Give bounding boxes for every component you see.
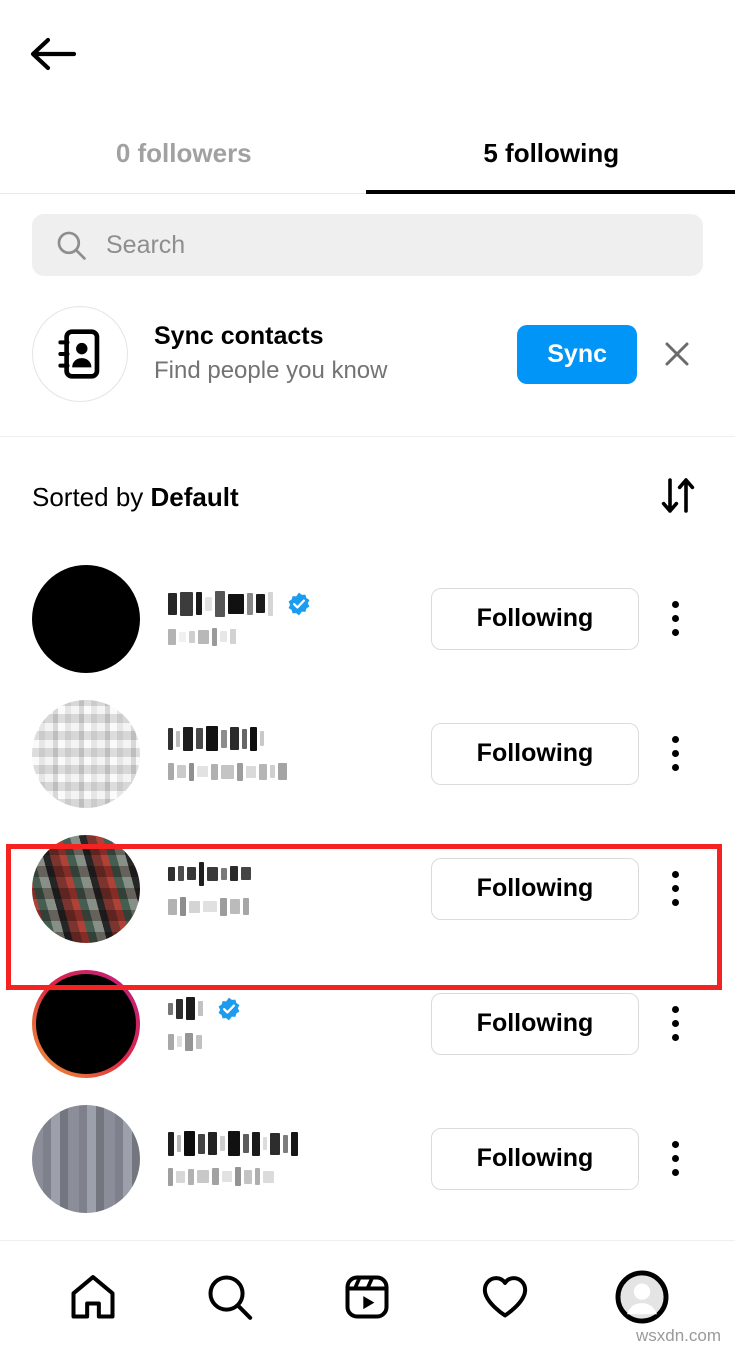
- avatar[interactable]: [32, 834, 140, 943]
- more-vertical-icon: [671, 1006, 679, 1013]
- username-censored: [168, 1131, 431, 1157]
- user-names: [168, 726, 431, 782]
- username-censored: [168, 590, 431, 617]
- verified-badge-icon: [288, 592, 310, 615]
- bottom-navigation-bar: [0, 1240, 735, 1352]
- more-vertical-icon: [671, 871, 679, 878]
- more-vertical-icon: [671, 736, 679, 743]
- table-row[interactable]: Following: [0, 821, 735, 956]
- tab-followers[interactable]: 0 followers: [0, 112, 368, 194]
- profile-avatar-icon: [615, 1270, 669, 1323]
- tab-followers-label: 0 followers: [115, 137, 252, 168]
- watermark: wsxdn.com: [635, 1326, 721, 1345]
- more-options-button[interactable]: [647, 723, 703, 785]
- nav-profile-button[interactable]: [603, 1258, 681, 1336]
- following-button[interactable]: Following: [431, 857, 639, 920]
- avatar[interactable]: [32, 699, 140, 808]
- tab-following-label: 5 following: [483, 137, 620, 168]
- avatar[interactable]: [32, 1104, 140, 1213]
- user-fullname-censored: [168, 762, 431, 782]
- more-options-button[interactable]: [647, 588, 703, 650]
- tab-bar: 0 followers 5 following: [0, 112, 735, 194]
- instagram-following-screen: 0 followers 5 following Search Sync cont…: [0, 0, 735, 1352]
- heart-icon: [482, 1275, 528, 1317]
- search-input[interactable]: Search: [32, 214, 703, 276]
- user-fullname-censored: [168, 897, 431, 917]
- nav-search-button[interactable]: [191, 1258, 269, 1336]
- table-row[interactable]: Following: [0, 551, 735, 686]
- table-row[interactable]: Following: [0, 1091, 735, 1226]
- top-bar: [0, 0, 735, 112]
- more-options-button[interactable]: [647, 993, 703, 1055]
- avatar[interactable]: [32, 969, 140, 1078]
- verified-badge-icon: [218, 997, 240, 1020]
- username-censored: [168, 726, 431, 752]
- table-row[interactable]: Following: [0, 956, 735, 1091]
- user-fullname-censored: [168, 627, 431, 647]
- more-vertical-icon: [671, 1141, 679, 1148]
- sort-label: Sorted by Default: [32, 482, 239, 513]
- nav-home-button[interactable]: [54, 1258, 132, 1336]
- sort-value: Default: [150, 481, 239, 512]
- following-list: Following Following Following Following …: [0, 551, 735, 1226]
- sync-contacts-row: Sync contacts Find people you know Sync: [0, 276, 735, 437]
- table-row[interactable]: Following: [0, 686, 735, 821]
- search-icon: [57, 231, 86, 260]
- more-options-button[interactable]: [647, 1128, 703, 1190]
- sync-contacts-text: Sync contacts Find people you know: [154, 320, 517, 388]
- home-icon: [71, 1274, 115, 1319]
- sort-prefix: Sorted by: [32, 481, 151, 512]
- nav-reels-button[interactable]: [328, 1258, 406, 1336]
- search-icon: [208, 1274, 253, 1320]
- sync-contacts-subtitle: Find people you know: [154, 357, 388, 385]
- username-censored: [168, 861, 431, 887]
- avatar[interactable]: [32, 564, 140, 673]
- sort-button[interactable]: [655, 473, 703, 521]
- sync-button[interactable]: Sync: [517, 324, 637, 384]
- dismiss-sync-button[interactable]: [651, 328, 703, 380]
- search-placeholder: Search: [106, 230, 186, 259]
- back-button[interactable]: [26, 30, 82, 78]
- user-names: [168, 861, 431, 917]
- contact-book-icon: [58, 329, 100, 379]
- nav-activity-button[interactable]: [466, 1258, 544, 1336]
- tab-following[interactable]: 5 following: [365, 112, 735, 194]
- user-names: [168, 590, 431, 647]
- more-vertical-icon: [671, 601, 679, 608]
- username-censored: [168, 996, 431, 1022]
- arrow-left-icon: [30, 37, 77, 71]
- user-fullname-censored: [168, 1167, 431, 1187]
- following-button[interactable]: Following: [431, 722, 639, 785]
- sync-contacts-avatar: [32, 306, 128, 402]
- user-names: [168, 1131, 431, 1187]
- reels-icon: [345, 1274, 389, 1319]
- user-names: [168, 996, 431, 1052]
- search-section: Search: [0, 194, 735, 276]
- more-options-button[interactable]: [647, 858, 703, 920]
- following-button[interactable]: Following: [431, 587, 639, 650]
- sort-row: Sorted by Default: [0, 437, 735, 551]
- following-button[interactable]: Following: [431, 1127, 639, 1190]
- sort-arrows-icon: [661, 478, 695, 513]
- following-button[interactable]: Following: [431, 992, 639, 1055]
- close-icon: [665, 342, 689, 366]
- user-fullname-censored: [168, 1032, 431, 1052]
- sync-contacts-title: Sync contacts: [154, 322, 324, 351]
